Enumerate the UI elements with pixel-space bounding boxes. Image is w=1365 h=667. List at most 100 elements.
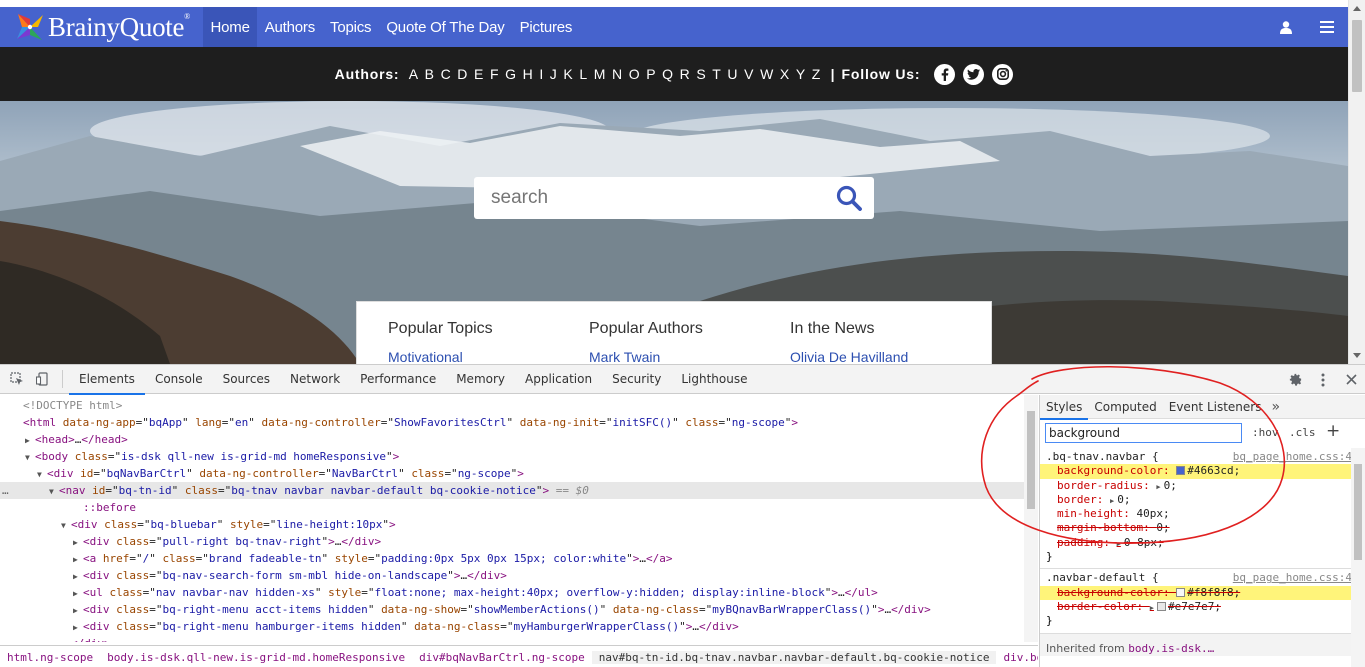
devtools-tab-memory[interactable]: Memory — [446, 365, 515, 394]
breadcrumb-item[interactable]: body.is-dsk.qll-new.is-grid-md.homeRespo… — [100, 651, 412, 664]
collapse-triangle-icon[interactable]: ▶ — [73, 585, 83, 602]
color-swatch[interactable] — [1156, 601, 1166, 611]
dom-node[interactable]: ▶ <ul class="nav navbar-nav hidden-xs" st… — [0, 584, 1024, 601]
expand-triangle-icon[interactable]: ▼ — [61, 517, 71, 534]
devtools-tab-sources[interactable]: Sources — [213, 365, 280, 394]
breadcrumb-item[interactable]: nav#bq-tn-id.bq-tnav.navbar.navbar-defau… — [591, 650, 997, 664]
scroll-down-arrow-icon[interactable] — [1353, 353, 1361, 358]
style-declaration[interactable]: border-radius: ▶ 0; — [1046, 479, 1352, 493]
style-declaration[interactable]: margin-bottom: 0; — [1046, 521, 1352, 535]
collapse-triangle-icon[interactable]: ▶ — [73, 602, 83, 619]
user-icon[interactable] — [1266, 7, 1306, 47]
inspect-element-icon[interactable] — [8, 370, 26, 388]
scrollbar-thumb[interactable] — [1352, 20, 1362, 92]
dom-node[interactable]: ▼ <div id="bqNavBarCtrl" data-ng-controll… — [0, 465, 1024, 482]
styles-subtab-styles[interactable]: Styles — [1040, 395, 1089, 420]
inherited-element-link[interactable]: body.is-dsk.… — [1128, 642, 1214, 655]
scrollbar-thumb[interactable] — [1027, 411, 1035, 509]
collapse-triangle-icon[interactable]: ▶ — [73, 568, 83, 585]
author-letter-link[interactable]: U — [727, 66, 737, 82]
dom-node-selected[interactable]: … ▼ <nav id="bq-tn-id" class="bq-tnav navb… — [0, 482, 1024, 499]
dom-node[interactable]: ▶ <div class="pull-right bq-tnav-right">…… — [0, 533, 1024, 550]
dom-node[interactable]: </div> — [0, 635, 1024, 642]
dom-node[interactable]: ▶ <head>…</head> — [0, 431, 1024, 448]
devtools-tab-network[interactable]: Network — [280, 365, 350, 394]
expand-triangle-icon[interactable]: ▼ — [49, 483, 59, 500]
devtools-tab-console[interactable]: Console — [145, 365, 213, 394]
author-letter-link[interactable]: O — [629, 66, 640, 82]
dom-node[interactable]: ▶ <a href="/" class="brand fadeable-tn" s… — [0, 550, 1024, 567]
in-the-news-link[interactable]: Olivia De Havilland — [790, 349, 908, 364]
devtools-tab-lighthouse[interactable]: Lighthouse — [671, 365, 757, 394]
device-toolbar-icon[interactable] — [34, 370, 52, 388]
author-letter-link[interactable]: B — [425, 66, 434, 82]
styles-subtab-event-listeners[interactable]: Event Listeners — [1163, 395, 1268, 419]
breadcrumb-item[interactable]: div.bq-bluebar — [996, 651, 1038, 664]
author-letter-link[interactable]: E — [474, 66, 483, 82]
rule-selector[interactable]: .bq-tnav.navbar { — [1046, 450, 1159, 463]
author-letter-link[interactable]: J — [550, 66, 557, 82]
author-letter-link[interactable]: L — [579, 66, 587, 82]
breadcrumb-item[interactable]: html.ng-scope — [0, 651, 100, 664]
style-declaration[interactable]: background-color: #4663cd; — [1040, 464, 1352, 479]
style-declaration[interactable]: background-color: #f8f8f8; — [1040, 585, 1352, 600]
style-declaration[interactable]: border-color: ▶ #e7e7e7; — [1046, 600, 1352, 614]
dom-node[interactable]: ▼ <div class="bq-bluebar" style="line-hei… — [0, 516, 1024, 533]
collapse-triangle-icon[interactable]: ▶ — [73, 619, 83, 636]
page-scrollbar[interactable] — [1348, 0, 1365, 364]
collapse-triangle-icon[interactable]: ▶ — [73, 534, 83, 551]
devtools-tab-application[interactable]: Application — [515, 365, 602, 394]
devtools-tab-security[interactable]: Security — [602, 365, 671, 394]
style-declaration[interactable]: border: ▶ 0; — [1046, 493, 1352, 507]
styles-filter-input[interactable] — [1045, 423, 1242, 443]
scrollbar-thumb[interactable] — [1354, 464, 1362, 560]
brainyquote-logo[interactable]: BrainyQuote® — [0, 7, 203, 47]
rule-source-link[interactable]: bq_page_home.css:4 — [1233, 571, 1352, 585]
author-letter-link[interactable]: Y — [796, 66, 805, 82]
nav-authors[interactable]: Authors — [257, 7, 322, 47]
dom-node[interactable]: <!DOCTYPE html> — [0, 397, 1024, 414]
nav-topics[interactable]: Topics — [323, 7, 379, 47]
dom-node[interactable]: ▶ <div class="bq-right-menu acct-items hi… — [0, 601, 1024, 618]
styles-subtab-computed[interactable]: Computed — [1088, 395, 1162, 419]
elements-scrollbar[interactable] — [1024, 395, 1038, 642]
author-letter-link[interactable]: A — [409, 66, 418, 82]
dom-node[interactable]: ▼ <body class="is-dsk qll-new is-grid-md … — [0, 448, 1024, 465]
color-swatch[interactable] — [1176, 466, 1186, 476]
author-letter-link[interactable]: M — [594, 66, 606, 82]
author-letter-link[interactable]: H — [523, 66, 533, 82]
styles-scrollbar[interactable] — [1351, 448, 1365, 667]
expand-triangle-icon[interactable]: ▼ — [25, 449, 35, 466]
dom-node[interactable]: ▶ <div class="bq-nav-search-form sm-mbl h… — [0, 567, 1024, 584]
collapse-triangle-icon[interactable]: ▶ — [73, 551, 83, 568]
author-letter-link[interactable]: V — [744, 66, 753, 82]
style-declaration[interactable]: padding: ▶ 0 8px; — [1046, 536, 1352, 550]
breadcrumb-item[interactable]: div#bqNavBarCtrl.ng-scope — [412, 651, 592, 664]
expand-arrow-icon[interactable]: ▶ — [1150, 604, 1154, 612]
search-icon[interactable] — [836, 185, 862, 211]
hover-state-toggle[interactable]: :hov — [1252, 426, 1279, 439]
nav-home[interactable]: Home — [203, 7, 258, 47]
search-input[interactable] — [491, 187, 811, 209]
rule-selector[interactable]: .navbar-default { — [1046, 571, 1159, 584]
more-options-icon[interactable] — [1309, 365, 1337, 394]
author-letter-link[interactable]: I — [539, 66, 543, 82]
popular-author-link[interactable]: Mark Twain — [589, 349, 703, 364]
author-letter-link[interactable]: Q — [662, 66, 673, 82]
close-devtools-icon[interactable] — [1337, 365, 1365, 394]
author-letter-link[interactable]: F — [490, 66, 499, 82]
devtools-tab-elements[interactable]: Elements — [69, 365, 145, 395]
author-letter-link[interactable]: K — [563, 66, 572, 82]
author-letter-link[interactable]: R — [680, 66, 690, 82]
facebook-icon[interactable] — [934, 63, 956, 85]
author-letter-link[interactable]: Z — [812, 66, 821, 82]
devtools-tab-performance[interactable]: Performance — [350, 365, 446, 394]
color-swatch[interactable] — [1176, 587, 1186, 597]
collapse-triangle-icon[interactable]: ▶ — [25, 432, 35, 449]
author-letter-link[interactable]: N — [612, 66, 622, 82]
expand-arrow-icon[interactable]: ▶ — [1110, 497, 1114, 505]
dom-node[interactable]: ::before — [0, 499, 1024, 516]
author-letter-link[interactable]: G — [505, 66, 516, 82]
expand-triangle-icon[interactable]: ▼ — [37, 466, 47, 483]
nav-quote-of-the-day[interactable]: Quote Of The Day — [379, 7, 512, 47]
